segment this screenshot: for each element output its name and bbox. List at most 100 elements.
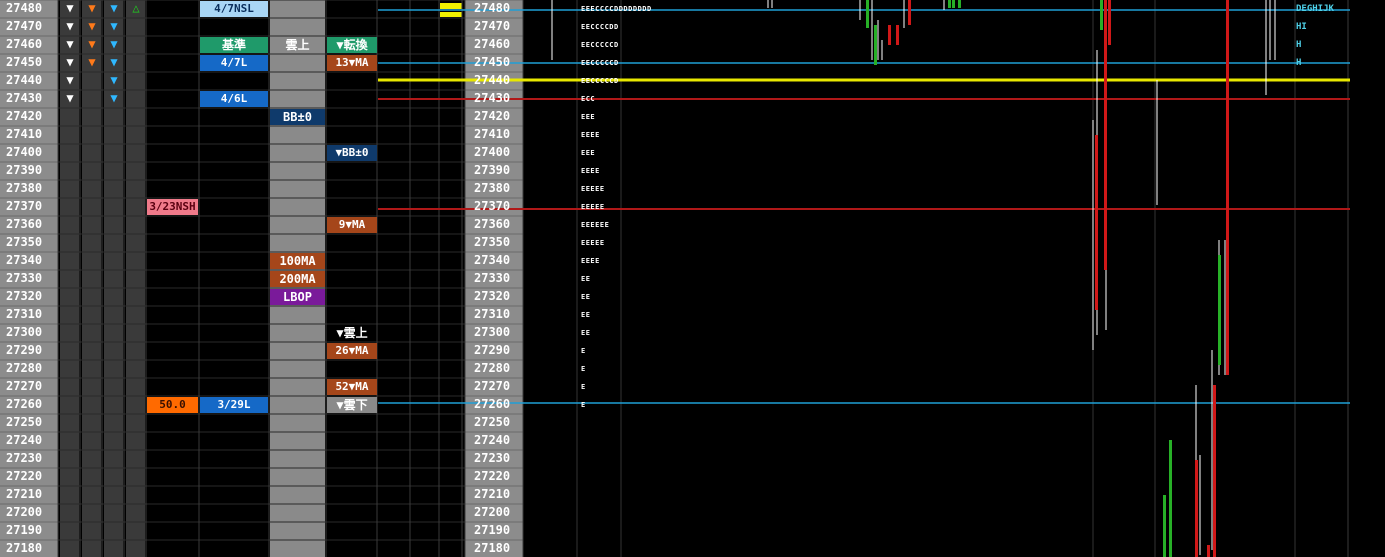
left-price-label: 27200 xyxy=(6,505,43,519)
profile-row: EE xyxy=(581,293,591,301)
left-price-label: 27250 xyxy=(6,415,43,429)
candle-body-1 xyxy=(874,25,877,65)
label-bb-0[interactable]: BB±0 xyxy=(270,109,325,125)
left-price-label: 27190 xyxy=(6,523,43,537)
label-3-23-nsh[interactable]: 3/23NSH xyxy=(147,199,198,215)
down-arrow-icon: ▼ xyxy=(66,37,74,51)
left-price-label: 27220 xyxy=(6,469,43,483)
label-4-6-l[interactable]: 4/6L xyxy=(200,91,268,107)
center-price-label: 27230 xyxy=(474,451,511,465)
profile-row: EEEE xyxy=(581,257,600,265)
center-price-label: 27190 xyxy=(474,523,511,537)
label-9-ma[interactable]: 9▼MA xyxy=(327,217,377,233)
arrow-col-bg-3 xyxy=(126,0,145,557)
label-bb-0-down[interactable]: ▼BB±0 xyxy=(327,145,377,161)
down-arrow-icon: ▼ xyxy=(110,1,118,15)
profile-row: EEEE xyxy=(581,131,600,139)
left-price-label: 27240 xyxy=(6,433,43,447)
center-price-label: 27420 xyxy=(474,109,511,123)
label-kumo-up-down[interactable]: ▼雲上 xyxy=(327,325,377,341)
left-price-label: 27340 xyxy=(6,253,43,267)
candle-body-13 xyxy=(1169,440,1172,557)
down-arrow-icon: ▼ xyxy=(88,19,96,33)
down-arrow-icon: ▼ xyxy=(110,55,118,69)
center-price-label: 27430 xyxy=(474,91,511,105)
center-price-label: 27480 xyxy=(474,1,511,15)
left-price-label: 27460 xyxy=(6,37,43,51)
left-price-label: 27310 xyxy=(6,307,43,321)
left-price-label: 27440 xyxy=(6,73,43,87)
profile-row: EE xyxy=(581,275,591,283)
center-price-label: 27240 xyxy=(474,433,511,447)
profile-row: EEE xyxy=(581,149,596,157)
label-3-29-l[interactable]: 3/29L xyxy=(200,397,268,413)
left-price-label: 27350 xyxy=(6,235,43,249)
profile-row: EE xyxy=(581,329,591,337)
candle-body-15 xyxy=(1207,545,1210,557)
down-arrow-icon: ▼ xyxy=(88,37,96,51)
profile-row: EE xyxy=(581,311,591,319)
center-price-label: 27440 xyxy=(474,73,511,87)
center-price-label: 27330 xyxy=(474,271,511,285)
center-price-label: 27410 xyxy=(474,127,511,141)
down-arrow-icon: ▼ xyxy=(88,55,96,69)
down-arrow-icon: ▼ xyxy=(66,73,74,87)
up-arrow-icon: △ xyxy=(132,1,140,15)
label-52-ma[interactable]: 52▼MA xyxy=(327,379,377,395)
left-price-label: 27180 xyxy=(6,541,43,555)
label-lbop[interactable]: LBOP xyxy=(270,289,325,305)
profile-row: EEEEEE xyxy=(581,221,610,229)
left-price-label: 27290 xyxy=(6,343,43,357)
label-100-ma[interactable]: 100MA xyxy=(270,253,325,269)
center-price-label: 27460 xyxy=(474,37,511,51)
center-price-label: 27290 xyxy=(474,343,511,357)
yellow-marker-2 xyxy=(440,12,462,17)
label-13-ma[interactable]: 13▼MA xyxy=(327,55,377,71)
label-4-7-nsl[interactable]: 4/7NSL xyxy=(200,1,268,17)
candle-body-5 xyxy=(948,0,951,8)
center-price-label: 27450 xyxy=(474,55,511,69)
down-arrow-icon: ▼ xyxy=(66,55,74,69)
center-price-label: 27400 xyxy=(474,145,511,159)
candle-body-12 xyxy=(1163,495,1166,557)
label-4-7-l[interactable]: 4/7L xyxy=(200,55,268,71)
center-price-label: 27180 xyxy=(474,541,511,555)
candle-body-4 xyxy=(908,0,911,25)
profile-row: EEECCCCDDDDDDDD xyxy=(581,5,652,13)
candle-body-2 xyxy=(888,25,891,45)
down-arrow-icon: ▼ xyxy=(110,19,118,33)
center-price-label: 27470 xyxy=(474,19,511,33)
label-kumo-up[interactable]: 雲上 xyxy=(270,37,325,53)
left-price-label: 27280 xyxy=(6,361,43,375)
profile-row: EEEEE xyxy=(581,239,605,247)
profile-row: EECCCCCD xyxy=(581,77,619,85)
profile-row: EECCCCCD xyxy=(581,59,619,67)
candle-body-16 xyxy=(1213,385,1216,557)
center-price-label: 27300 xyxy=(474,325,511,339)
left-price-label: 27370 xyxy=(6,199,43,213)
candle-body-18 xyxy=(1226,0,1229,375)
arrow-col-bg-1 xyxy=(82,0,101,557)
label-tenkan-down[interactable]: ▼転換 xyxy=(327,37,377,53)
label-26-ma[interactable]: 26▼MA xyxy=(327,343,377,359)
left-price-label: 27400 xyxy=(6,145,43,159)
label-50[interactable]: 50.0 xyxy=(147,397,198,413)
left-price-label: 27330 xyxy=(6,271,43,285)
left-price-label: 27430 xyxy=(6,91,43,105)
center-price-label: 27340 xyxy=(474,253,511,267)
profile-row: E xyxy=(581,365,586,373)
right-label-0: DEGHIJK xyxy=(1296,4,1334,14)
center-price-label: 27380 xyxy=(474,181,511,195)
candle-body-11 xyxy=(1108,0,1111,45)
candle-body-9 xyxy=(1095,135,1098,310)
candle-body-10 xyxy=(1104,0,1107,270)
label-kumo-down[interactable]: ▼雲下 xyxy=(327,397,377,413)
down-arrow-icon: ▼ xyxy=(110,37,118,51)
left-price-label: 27410 xyxy=(6,127,43,141)
candle-body-3 xyxy=(896,25,899,45)
candle-body-6 xyxy=(952,0,955,8)
label-200-ma[interactable]: 200MA xyxy=(270,271,325,287)
down-arrow-icon: ▼ xyxy=(110,73,118,87)
center-price-label: 27390 xyxy=(474,163,511,177)
label-kijun[interactable]: 基準 xyxy=(200,37,268,53)
